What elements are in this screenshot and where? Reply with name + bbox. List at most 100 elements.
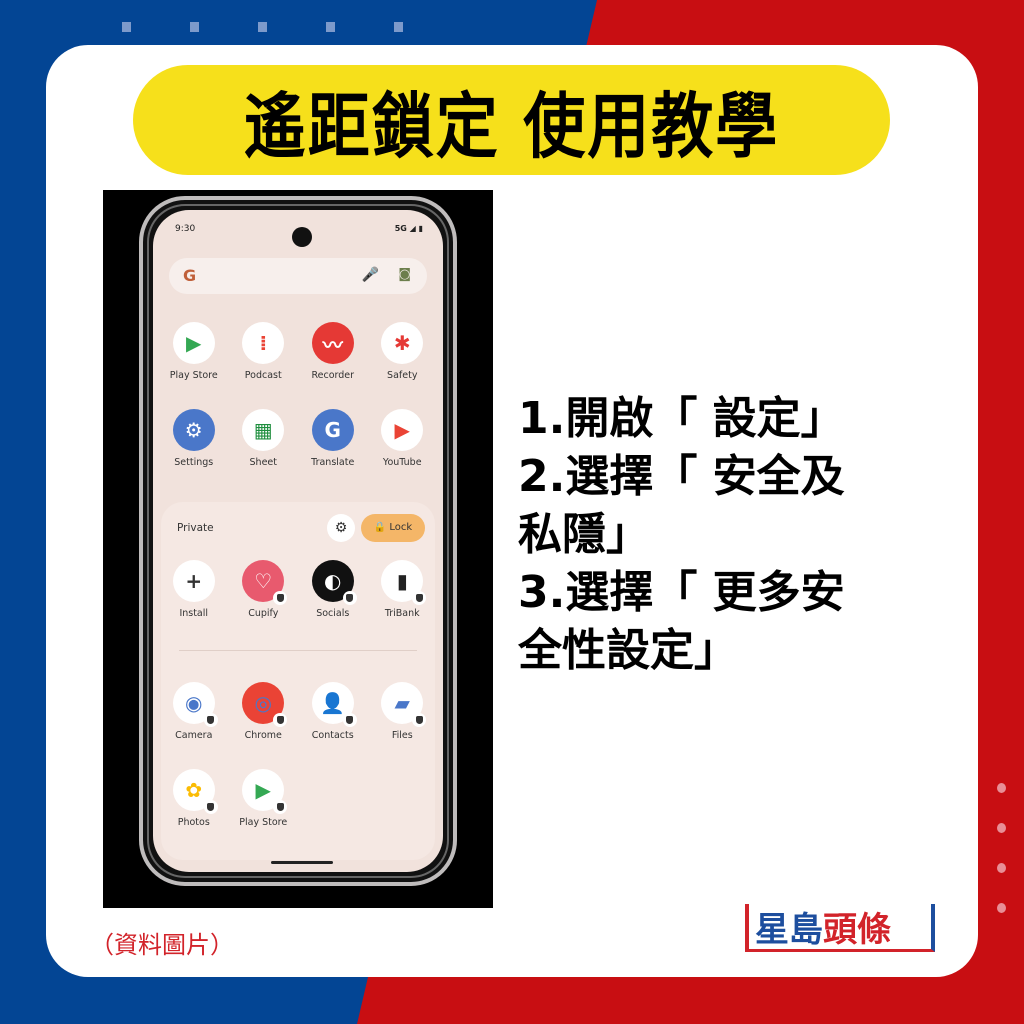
app-label: Settings <box>174 457 214 468</box>
app-translate[interactable]: G Translate <box>298 409 368 496</box>
phone-screen: 9:30 5G ◢ ▮ G 🎤 ◙ ▶ Play Store ⁞ Podcast 〰 Re… <box>153 210 443 872</box>
files-icon: ▰ <box>381 682 427 727</box>
app-podcast[interactable]: ⁞ Podcast <box>229 322 299 409</box>
app-label: Photos <box>177 817 210 828</box>
gear-icon[interactable]: ⚙ <box>327 514 355 542</box>
logo-part2: 頭條 <box>823 910 891 950</box>
app-chrome[interactable]: ◎ Chrome <box>229 682 299 769</box>
private-row1: + Install ♡ Cupify ◐ Socials ▮ TriBank <box>159 560 437 647</box>
home-indicator[interactable] <box>271 861 333 864</box>
status-time: 9:30 <box>175 224 196 234</box>
app-contacts[interactable]: 👤 Contacts <box>298 682 368 769</box>
play-store-icon: ▶ <box>242 769 288 814</box>
safety-icon: ✱ <box>381 322 424 364</box>
page-title: 遙距鎖定 使用教學 <box>243 84 780 169</box>
mic-icon[interactable]: 🎤 <box>362 267 379 283</box>
lock-button[interactable]: 🔒 Lock <box>361 514 425 542</box>
deco-square <box>122 22 131 32</box>
app-label: Socials <box>316 608 350 619</box>
logo-part1: 星島 <box>755 910 823 950</box>
step-line: 全性設定」 <box>518 625 738 676</box>
front-camera <box>292 227 312 247</box>
divider <box>179 650 417 651</box>
app-socials[interactable]: ◐ Socials <box>298 560 368 647</box>
deco-square <box>394 22 403 32</box>
step-line: 3.選擇「 更多安 <box>518 567 845 618</box>
contacts-icon: 👤 <box>311 682 357 727</box>
app-play-store[interactable]: ▶ Play Store <box>159 322 229 409</box>
translate-icon: G <box>311 409 354 451</box>
private-badge-icon <box>273 800 288 814</box>
app-cupify[interactable]: ♡ Cupify <box>229 560 299 647</box>
app-label: Cupify <box>248 608 279 619</box>
private-badge-icon <box>273 591 288 605</box>
sheet-icon: ▦ <box>242 409 285 451</box>
private-badge-icon <box>273 713 288 727</box>
private-badge-icon <box>342 713 357 727</box>
step-line: 2.選擇「 安全及 <box>518 451 845 502</box>
signal-icon: 5G ◢ ▮ <box>394 224 423 233</box>
play-store-icon: ▶ <box>172 322 215 364</box>
app-label: Translate <box>311 457 355 468</box>
socials-icon: ◐ <box>311 560 357 605</box>
app-label: Play Store <box>239 817 288 828</box>
private-row2: ◉ Camera ◎ Chrome 👤 Contacts ▰ Files <box>159 682 437 769</box>
private-badge-icon <box>412 591 427 605</box>
phone-frame: 9:30 5G ◢ ▮ G 🎤 ◙ ▶ Play Store ⁞ Podcast 〰 Re… <box>139 196 457 886</box>
app-label: YouTube <box>382 457 422 468</box>
photo-caption: （資料圖片） <box>90 931 234 959</box>
deco-square <box>190 22 199 32</box>
podcast-icon: ⁞ <box>242 322 285 364</box>
private-row3: ✿ Photos ▶ Play Store <box>159 769 437 856</box>
app-play-store[interactable]: ▶ Play Store <box>229 769 299 856</box>
app-recorder[interactable]: 〰 Recorder <box>298 322 368 409</box>
step-line: 私隱」 <box>518 509 650 560</box>
app-label: Install <box>179 608 209 619</box>
deco-square <box>326 22 335 32</box>
app-grid-row1: ▶ Play Store ⁞ Podcast 〰 Recorder ✱ Safety <box>159 322 437 409</box>
deco-dot <box>997 783 1006 793</box>
app-youtube[interactable]: ▶ YouTube <box>368 409 438 496</box>
camera-icon: ◉ <box>172 682 218 727</box>
brand-logo: 星島 頭條 <box>745 904 935 952</box>
app-grid-row2: ⚙ Settings ▦ Sheet G Translate ▶ YouTube <box>159 409 437 496</box>
app-tribank[interactable]: ▮ TriBank <box>368 560 438 647</box>
app-label: Chrome <box>244 730 282 741</box>
app-label: Safety <box>387 370 418 381</box>
app-label: Recorder <box>311 370 355 381</box>
app-sheet[interactable]: ▦ Sheet <box>229 409 299 496</box>
step-line: 1.開啟「 設定」 <box>518 393 845 444</box>
app-label: Camera <box>175 730 213 741</box>
deco-square <box>258 22 267 32</box>
app-label: Contacts <box>311 730 354 741</box>
chrome-icon: ◎ <box>242 682 288 727</box>
phone-photo: 9:30 5G ◢ ▮ G 🎤 ◙ ▶ Play Store ⁞ Podcast 〰 Re… <box>103 190 493 908</box>
tribank-icon: ▮ <box>381 560 427 605</box>
lens-icon[interactable]: ◙ <box>398 267 411 282</box>
private-badge-icon <box>203 800 218 814</box>
recorder-icon: 〰 <box>311 322 354 364</box>
app-settings[interactable]: ⚙ Settings <box>159 409 229 496</box>
google-logo-icon: G <box>183 266 197 285</box>
youtube-icon: ▶ <box>381 409 424 451</box>
app-label: Sheet <box>249 457 277 468</box>
private-badge-icon <box>203 713 218 727</box>
private-badge-icon <box>412 713 427 727</box>
app-label: Files <box>391 730 413 741</box>
private-badge-icon <box>342 591 357 605</box>
google-search-bar[interactable]: G 🎤 ◙ <box>169 258 427 294</box>
deco-dot <box>997 823 1006 833</box>
deco-dot <box>997 863 1006 873</box>
cupify-icon: ♡ <box>242 560 288 605</box>
app-install[interactable]: + Install <box>159 560 229 647</box>
private-space: Private ⚙ 🔒 Lock + Install ♡ Cupify ◐ Socials… <box>161 502 435 860</box>
deco-dot <box>997 903 1006 913</box>
app-camera[interactable]: ◉ Camera <box>159 682 229 769</box>
app-label: Play Store <box>169 370 218 381</box>
app-photos[interactable]: ✿ Photos <box>159 769 229 856</box>
app-safety[interactable]: ✱ Safety <box>368 322 438 409</box>
settings-icon: ⚙ <box>172 409 215 451</box>
instruction-steps: 1.開啟「 設定」 2.選擇「 安全及 私隱」 3.選擇「 更多安 全性設定」 <box>518 390 958 680</box>
app-files[interactable]: ▰ Files <box>368 682 438 769</box>
title-banner: 遙距鎖定 使用教學 <box>133 65 890 175</box>
